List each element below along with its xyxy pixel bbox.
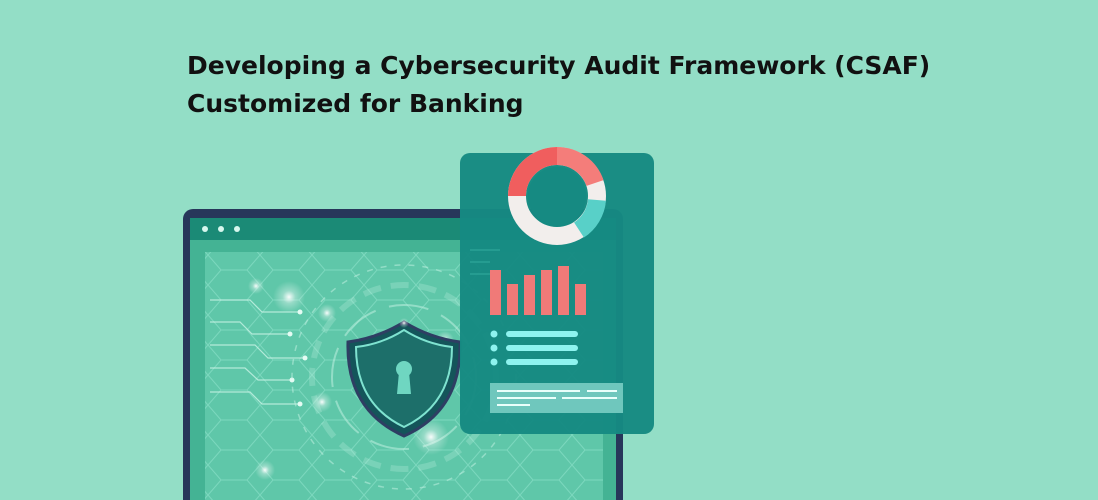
donut-chart-icon: [508, 146, 606, 245]
cybersecurity-illustration: [183, 146, 654, 500]
analytics-panel: [460, 146, 654, 434]
panel-footer-card: [490, 383, 623, 413]
